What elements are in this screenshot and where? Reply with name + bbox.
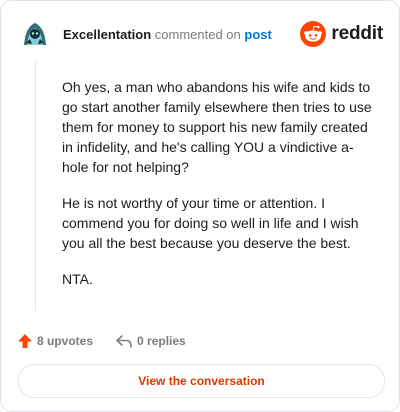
avatar-icon: [17, 15, 53, 51]
upvote-count: 8 upvotes: [37, 334, 94, 348]
comment-card: Excellentation commented on post reddit …: [0, 0, 400, 412]
comment-paragraph: He is not worthy of your time or attenti…: [62, 195, 359, 251]
reddit-wordmark: reddit: [331, 23, 383, 44]
comment-paragraph: NTA.: [62, 271, 93, 287]
author-name[interactable]: Excellentation: [63, 27, 151, 42]
reddit-brand[interactable]: reddit: [300, 21, 383, 47]
upvote-arrow-icon: [18, 334, 32, 348]
view-conversation-button[interactable]: View the conversation: [18, 364, 385, 398]
reply-arrow-icon: [116, 335, 132, 348]
upvote-button[interactable]: 8 upvotes: [17, 333, 93, 349]
comment-paragraph: Oh yes, a man who abandons his wife and …: [62, 79, 372, 175]
commented-on-text: commented on: [154, 27, 241, 42]
comment-actions: 8 upvotes 0 replies: [17, 331, 186, 351]
replies-button[interactable]: 0 replies: [115, 333, 186, 349]
thread-line: [35, 61, 36, 311]
comment-meta: Excellentation commented on post: [63, 27, 272, 43]
reply-count: 0 replies: [137, 334, 186, 348]
user-avatar[interactable]: [17, 15, 53, 51]
comment-header: Excellentation commented on post reddit: [17, 15, 383, 55]
reddit-snoo-icon: [300, 21, 327, 47]
comment-body: Oh yes, a man who abandons his wife and …: [62, 77, 380, 305]
post-link[interactable]: post: [244, 27, 271, 42]
